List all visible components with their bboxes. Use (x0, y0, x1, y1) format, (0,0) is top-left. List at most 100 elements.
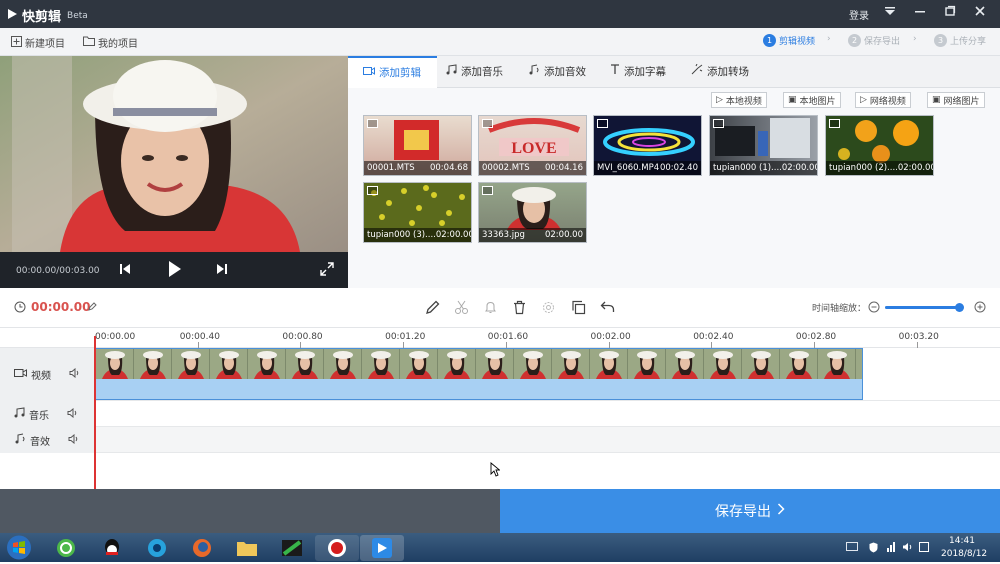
step-save-export[interactable]: 2 保存导出 (848, 34, 900, 47)
ruler-tick-label: 00:00.80 (282, 332, 323, 342)
tab-label: 添加字幕 (624, 66, 666, 78)
step-number: 3 (934, 34, 947, 47)
tab-add-sfx[interactable]: 添加音效 (528, 56, 586, 88)
image-badge-icon (829, 119, 840, 128)
step-number: 2 (848, 34, 861, 47)
close-icon[interactable] (974, 5, 986, 20)
gear-icon[interactable] (541, 300, 556, 318)
security-shield-icon[interactable] (869, 542, 878, 556)
zoom-in-icon[interactable] (974, 301, 986, 316)
pencil-icon[interactable] (425, 300, 440, 318)
tray-app-icon[interactable] (919, 542, 929, 555)
volume-icon[interactable] (902, 542, 913, 555)
app-green-icon[interactable] (270, 535, 314, 561)
ruler-tick-label: 00:00.40 (179, 332, 220, 342)
save-export-button[interactable]: 保存导出 (500, 489, 1000, 533)
speaker-icon[interactable] (67, 407, 78, 421)
media-thumb[interactable]: tupian000 (2).... 02:00.00 (825, 115, 934, 176)
clock-icon (14, 301, 26, 316)
firefox-icon[interactable] (180, 535, 224, 561)
local-video-button[interactable]: ▷ 本地视频 (711, 92, 767, 108)
previous-frame-icon[interactable] (119, 262, 131, 279)
speaker-icon[interactable] (69, 367, 80, 381)
minimize-icon[interactable] (914, 5, 926, 20)
recorder-icon[interactable] (315, 535, 359, 561)
tab-add-music[interactable]: 添加音乐 (446, 56, 503, 88)
new-project-button[interactable]: 新建项目 (11, 35, 65, 50)
windows-taskbar: 14:41 2018/8/12 (0, 533, 1000, 562)
timeline-ruler[interactable]: 00:00.00 00:00.40 00:00.80 00:01.20 00:01.60… (0, 328, 1000, 348)
preview-frame[interactable] (0, 56, 348, 252)
sfx-track[interactable] (95, 427, 1000, 453)
media-thumb[interactable]: 33363.jpg 02:00.00 (478, 182, 587, 243)
media-thumb[interactable]: tupian000 (1).... 02:00.00 (709, 115, 818, 176)
undo-icon[interactable] (600, 300, 615, 318)
media-duration: 02:00.00 (544, 230, 583, 240)
ruler-tick-label: 00:01.20 (385, 332, 426, 342)
tab-add-clip[interactable]: 添加剪辑 (348, 56, 437, 88)
zoom-slider-handle[interactable] (955, 303, 965, 312)
step-label: 上传分享 (950, 37, 987, 47)
copy-icon[interactable] (571, 300, 586, 318)
bell-icon[interactable] (483, 300, 498, 318)
play-logo-icon (6, 8, 18, 24)
media-thumb[interactable]: LOVE 00002.MTS 00:04.16 (478, 115, 587, 176)
tab-add-transition[interactable]: 添加转场 (691, 56, 749, 88)
local-image-label: 本地图片 (799, 96, 836, 107)
video-badge-icon (597, 119, 608, 128)
music-note-icon (446, 56, 457, 88)
zoom-slider[interactable] (885, 303, 965, 312)
folder-icon (83, 36, 95, 49)
next-frame-icon[interactable] (216, 262, 228, 279)
sound-effect-icon (528, 56, 540, 88)
speaker-icon[interactable] (68, 433, 79, 447)
tab-add-subtitle[interactable]: 添加字幕 (610, 56, 666, 88)
play-icon[interactable] (168, 260, 182, 281)
video-track-header: 视频 (0, 348, 95, 401)
step-upload-share[interactable]: 3 上传分享 (934, 34, 986, 47)
edit-toolbar: 00:00.00 时间轴缩放： (0, 288, 1000, 328)
media-thumb[interactable]: 00001.MTS 00:04.68 (363, 115, 472, 176)
local-image-button[interactable]: ▣ 本地图片 (783, 92, 841, 108)
web-video-button[interactable]: ▷ 网络视频 (855, 92, 911, 108)
playhead[interactable] (94, 336, 96, 489)
keyboard-icon[interactable] (846, 542, 858, 554)
login-button[interactable]: 登录 (849, 7, 869, 22)
save-export-label: 保存导出 (715, 504, 771, 520)
tab-label: 添加剪辑 (379, 67, 421, 79)
title-bar: 快剪辑 Beta 登录 (0, 0, 1000, 28)
step-edit-video[interactable]: 1 剪辑视频 (763, 34, 815, 47)
ruler-tick-label: 00:03.20 (898, 332, 939, 342)
edit-time-icon[interactable] (88, 302, 97, 314)
step-label: 剪辑视频 (779, 37, 816, 47)
scissors-icon[interactable] (454, 300, 469, 318)
browser-360-icon[interactable] (44, 535, 88, 561)
image-icon: ▣ (932, 95, 941, 105)
kuaijianji-taskbar-icon[interactable] (360, 535, 404, 561)
media-thumb[interactable]: MVI_6060.MP4 00:02.40 (593, 115, 702, 176)
qq-icon[interactable] (90, 535, 134, 561)
menu-icon[interactable] (884, 5, 896, 20)
network-icon[interactable] (886, 542, 896, 555)
media-name: MVI_6060.MP4 (597, 163, 660, 173)
media-player-icon[interactable] (135, 535, 179, 561)
video-camera-icon (363, 59, 375, 87)
my-projects-button[interactable]: 我的项目 (83, 35, 138, 50)
media-thumb[interactable]: tupian000 (3).... 02:00.00 (363, 182, 472, 243)
video-clip[interactable] (95, 348, 863, 400)
zoom-out-icon[interactable] (868, 301, 880, 316)
app-logo: 快剪辑 Beta (6, 6, 88, 25)
image-badge-icon (367, 186, 378, 195)
music-track[interactable] (95, 401, 1000, 427)
maximize-icon[interactable] (944, 5, 956, 20)
zoom-label: 时间轴缩放： (812, 304, 867, 314)
timeline-empty-area[interactable] (95, 453, 1000, 489)
start-button[interactable] (4, 534, 34, 561)
web-image-button[interactable]: ▣ 网络图片 (927, 92, 985, 108)
media-duration: 00:02.40 (659, 163, 698, 173)
trash-icon[interactable] (512, 300, 527, 318)
media-duration: 02:00.00 (897, 163, 934, 173)
file-explorer-icon[interactable] (225, 535, 269, 561)
sfx-track-label: 音效 (30, 436, 50, 448)
fullscreen-icon[interactable] (320, 262, 334, 279)
